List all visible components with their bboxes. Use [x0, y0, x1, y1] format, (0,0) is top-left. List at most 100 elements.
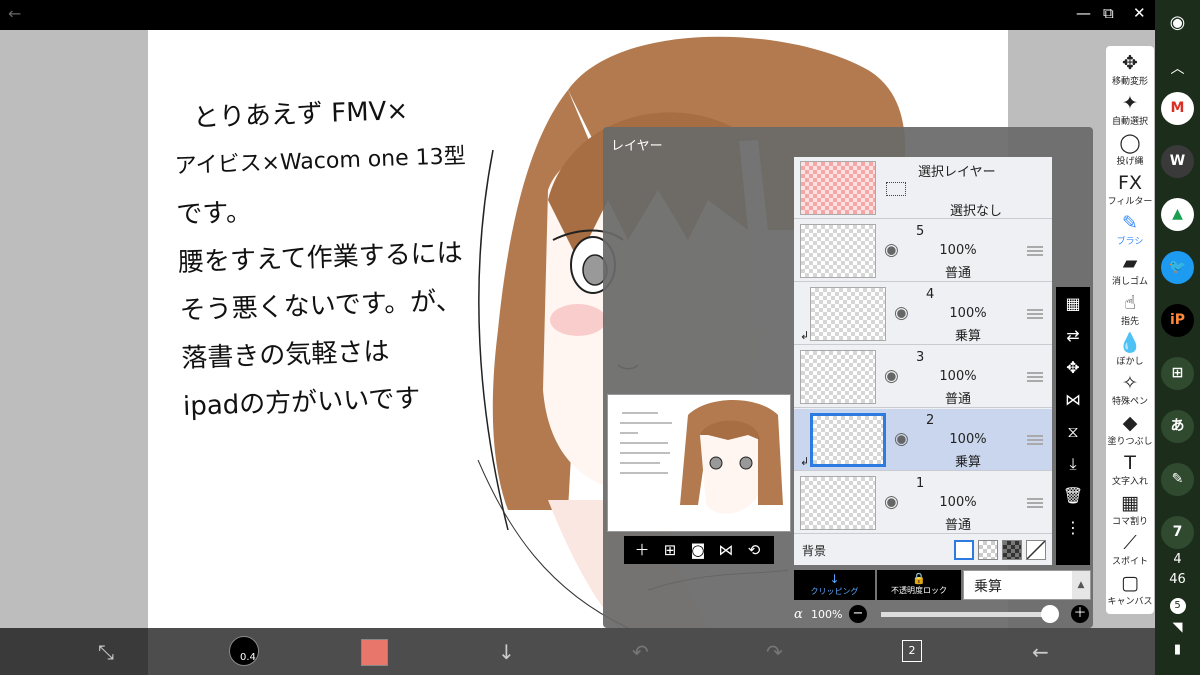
- merge-down-icon[interactable]: ⤓: [1056, 449, 1090, 479]
- layer-row[interactable]: 5 ◉ 100% 普通: [794, 220, 1052, 282]
- background-transparent-swatch[interactable]: [978, 540, 998, 560]
- opacity-slider-track[interactable]: [881, 612, 1051, 617]
- note-line: アイビス×Wacom one 13型: [174, 143, 467, 180]
- layer-row[interactable]: 3 ◉ 100% 普通: [794, 346, 1052, 408]
- canvas-tool[interactable]: ▢ キャンバス: [1106, 572, 1154, 612]
- back-arrow-icon[interactable]: ←: [1032, 640, 1049, 664]
- drag-handle-icon[interactable]: [1027, 309, 1043, 319]
- opacity-value: 100%: [811, 608, 843, 621]
- notification-badge: 5: [1155, 597, 1200, 614]
- undo-icon[interactable]: ↶: [632, 640, 649, 664]
- eye-icon[interactable]: ◉: [884, 366, 899, 386]
- trash-icon[interactable]: 🗑: [1056, 481, 1090, 511]
- close-icon[interactable]: ✕: [1133, 4, 1146, 22]
- filter-tool[interactable]: FX フィルター: [1106, 172, 1154, 212]
- opacity-lock-button[interactable]: 🔒 不透明度ロック: [877, 570, 961, 600]
- tool-label: 消しゴム: [1111, 277, 1148, 287]
- move-transform-tool[interactable]: ✥ 移動変形: [1106, 52, 1154, 92]
- gmail-app-icon[interactable]: M: [1161, 92, 1194, 125]
- pen-app-icon[interactable]: ✎: [1161, 463, 1194, 496]
- layer-blend-mode: 乗算: [954, 455, 981, 470]
- blur-tool[interactable]: 💧 ぼかし: [1106, 332, 1154, 372]
- keyboard-app-icon[interactable]: あ: [1161, 410, 1194, 443]
- color-swatch[interactable]: [361, 639, 388, 666]
- calendar-app-icon[interactable]: 7: [1161, 516, 1194, 549]
- brush-size-button[interactable]: 0.4: [229, 636, 259, 666]
- flip-layer-horizontal-icon[interactable]: ⋈: [1056, 385, 1090, 415]
- clipping-button[interactable]: ↓ クリッピング: [794, 570, 875, 600]
- eye-icon[interactable]: ◉: [894, 429, 909, 449]
- opacity-decrease-button[interactable]: −: [849, 605, 867, 623]
- bottom-toolbar: ⤡ 0.4 ↓ ↶ ↷ 2 ←: [0, 628, 1155, 675]
- flip-layer-vertical-icon[interactable]: ⧖: [1056, 417, 1090, 447]
- add-layer-icon[interactable]: ＋: [628, 539, 656, 561]
- background-none-swatch[interactable]: [1026, 540, 1046, 560]
- add-image-layer-icon[interactable]: ⊞: [656, 539, 684, 561]
- minimize-icon[interactable]: —: [1076, 4, 1091, 22]
- layer-blend-mode: 普通: [944, 392, 971, 407]
- blend-mode-select[interactable]: 乗算 ▲: [963, 570, 1091, 600]
- restore-icon[interactable]: ⧉: [1103, 4, 1114, 22]
- twitter-app-icon[interactable]: 🐦: [1161, 251, 1194, 284]
- eye-icon[interactable]: ◉: [884, 240, 899, 260]
- background-white-swatch[interactable]: [954, 540, 974, 560]
- tool-swap-icon[interactable]: ⤡: [98, 640, 114, 664]
- lock-icon: 🔒: [912, 572, 926, 585]
- brush-tool[interactable]: ✎ ブラシ: [1106, 212, 1154, 252]
- opacity-slider-knob[interactable]: [1041, 605, 1059, 623]
- redo-icon[interactable]: ↷: [766, 640, 783, 664]
- eyedropper-tool[interactable]: ⟋ スポイト: [1106, 532, 1154, 572]
- eraser-tool[interactable]: ▰ 消しゴム: [1106, 252, 1154, 292]
- drive-app-icon[interactable]: ▲: [1161, 198, 1194, 231]
- selection-layer-row[interactable]: 選択レイヤー 選択なし: [794, 157, 1052, 219]
- smudge-tool[interactable]: ☝ 指先: [1106, 292, 1154, 332]
- layer-opacity: 100%: [939, 369, 977, 384]
- layer-count-button[interactable]: 2: [902, 640, 922, 662]
- more-options-icon[interactable]: ⋮: [1056, 513, 1090, 543]
- move-transform-tool-icon: ✥: [1122, 52, 1138, 74]
- frame-divider-tool[interactable]: ▦ コマ割り: [1106, 492, 1154, 532]
- layer-row[interactable]: ↲ 4 ◉ 100% 乗算: [794, 283, 1052, 345]
- rotate-icon[interactable]: ⟲: [740, 539, 768, 561]
- lasso-tool[interactable]: ◯ 投げ縄: [1106, 132, 1154, 172]
- home-circle-icon[interactable]: ◉: [1155, 12, 1200, 33]
- auto-select-tool[interactable]: ✦ 自動選択: [1106, 92, 1154, 132]
- eye-icon[interactable]: ◉: [884, 492, 899, 512]
- layer-thumbnail: [800, 350, 876, 404]
- auto-select-tool-icon: ✦: [1122, 92, 1138, 114]
- transparent-layer-icon[interactable]: ▦: [1056, 289, 1090, 319]
- drag-handle-icon[interactable]: [1027, 246, 1043, 256]
- layer-transfer-icon[interactable]: ⇄: [1056, 321, 1090, 351]
- eye-icon[interactable]: ◉: [894, 303, 909, 323]
- drag-handle-icon[interactable]: [1027, 372, 1043, 382]
- eraser-tool-icon: ▰: [1122, 252, 1138, 274]
- back-arrow-icon[interactable]: ←: [8, 4, 21, 23]
- fill-tool[interactable]: ◆ 塗りつぶし: [1106, 412, 1154, 452]
- special-pen-tool[interactable]: ✧ 特殊ペン: [1106, 372, 1154, 412]
- camera-icon[interactable]: ◙: [684, 539, 712, 561]
- background-dark-swatch[interactable]: [1002, 540, 1022, 560]
- down-arrow-icon[interactable]: ↓: [498, 640, 515, 664]
- flip-horizontal-icon[interactable]: ⋈: [712, 539, 740, 561]
- ibis-app-icon[interactable]: iP: [1161, 304, 1194, 337]
- layer-tools: ▦ ⇄ ✥ ⋈ ⧖ ⤓ 🗑 ⋮: [1056, 287, 1090, 565]
- wordpress-app-icon[interactable]: W: [1161, 145, 1194, 178]
- text-tool[interactable]: T 文字入れ: [1106, 452, 1154, 492]
- layer-row[interactable]: 1 ◉ 100% 普通: [794, 472, 1052, 534]
- opacity-increase-button[interactable]: ＋: [1071, 605, 1089, 623]
- screenshot-app-icon[interactable]: ⊞: [1161, 357, 1194, 390]
- layer-row[interactable]: ↲ 2 ◉ 100% 乗算: [794, 409, 1052, 471]
- tool-palette: ✥ 移動変形 ✦ 自動選択 ◯ 投げ縄 FX フィルター ✎ ブラシ ▰ 消しゴム ☝ 指先 💧 ぼかし ✧ 特殊…: [1106, 46, 1154, 614]
- drag-handle-icon[interactable]: [1027, 498, 1043, 508]
- chevron-up-icon[interactable]: ︿: [1155, 58, 1200, 78]
- drag-handle-icon[interactable]: [1027, 435, 1043, 445]
- background-label: 背景: [802, 544, 827, 558]
- background-layer-row[interactable]: 背景: [794, 535, 1052, 565]
- canvas-preview[interactable]: [607, 394, 791, 532]
- clip-indicator-icon: ↲: [800, 455, 810, 468]
- caret-up-icon: ▲: [1072, 571, 1090, 599]
- move-layer-icon[interactable]: ✥: [1056, 353, 1090, 383]
- title-bar: ← — ⧉ ✕: [0, 0, 1155, 30]
- selection-layer-status: 選択なし: [950, 204, 1003, 219]
- selection-marquee-icon: [886, 182, 906, 196]
